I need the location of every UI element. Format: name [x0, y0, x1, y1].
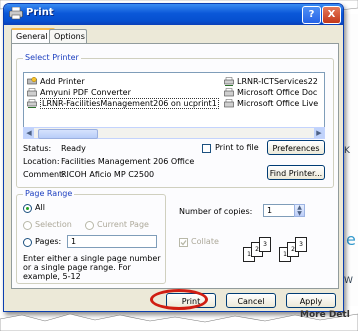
- printer-name: Add Printer: [40, 77, 85, 86]
- print-to-file-label: Print to file: [215, 143, 259, 152]
- printer-icon: [224, 99, 234, 108]
- printer-name: LRNR-ICTServices22: [237, 77, 318, 86]
- scroll-right-icon[interactable]: ▶: [314, 128, 324, 138]
- number-of-copies-label: Number of copies:: [179, 207, 253, 216]
- radio-selected-dot: [26, 207, 29, 210]
- pages-label: Pages:: [35, 237, 62, 246]
- printer-name: LRNR-FacilitiesManagement206 on ucprint1: [40, 98, 219, 109]
- all-radio[interactable]: [23, 204, 32, 213]
- background-text: K: [344, 146, 350, 156]
- title-bar[interactable]: Print ? X: [4, 4, 343, 25]
- help-button[interactable]: ?: [302, 6, 321, 24]
- printer-list[interactable]: Add Printer Amyuni PDF Converter LRNR-Fa…: [23, 72, 325, 128]
- copies-spinner[interactable]: ▲ ▼: [294, 204, 305, 217]
- printer-icon: [224, 88, 234, 97]
- collate-label: Collate: [191, 237, 219, 246]
- status-label: Status:: [23, 144, 52, 153]
- printer-name: Microsoft Office Live: [237, 99, 319, 108]
- current-page-label: Current Page: [97, 220, 149, 229]
- print-to-file-checkbox[interactable]: [202, 144, 211, 153]
- background-text: More Detl: [300, 310, 350, 320]
- printer-name: Microsoft Office Doc: [237, 88, 318, 97]
- status-value: Ready: [61, 144, 86, 153]
- select-printer-group: Select Printer Add Printer Amyuni PDF Co…: [16, 53, 334, 188]
- pages-input[interactable]: 1: [67, 235, 157, 248]
- printer-item-office-doc[interactable]: Microsoft Office Doc: [224, 87, 317, 98]
- print-dialog: Print ? X General Options Select Printer…: [3, 3, 344, 312]
- pages-radio[interactable]: [23, 238, 32, 247]
- selection-radio[interactable]: [23, 221, 32, 230]
- general-tab-page: Select Printer Add Printer Amyuni PDF Co…: [11, 43, 339, 289]
- tab-options[interactable]: Options: [49, 29, 87, 43]
- printer-item-ictservices[interactable]: LRNR-ICTServices22: [224, 76, 318, 87]
- collate-checkbox[interactable]: [179, 238, 188, 247]
- printer-item-office-live[interactable]: Microsoft Office Live: [224, 98, 318, 109]
- network-printer-icon: [224, 77, 234, 86]
- printer-list-scrollbar[interactable]: ◀ ▶: [23, 127, 325, 139]
- location-label: Location:: [23, 157, 60, 166]
- collate-page-icon: 3: [295, 237, 307, 252]
- network-printer-icon: [27, 99, 37, 108]
- dialog-title: Print: [26, 7, 54, 18]
- printer-item-facilities[interactable]: LRNR-FacilitiesManagement206 on ucprint1: [27, 98, 219, 109]
- current-page-radio[interactable]: [85, 221, 94, 230]
- printer-icon: [9, 7, 23, 20]
- page-range-group: Page Range All Selection Current Page Pa…: [16, 189, 166, 284]
- collate-page-icon: 3: [259, 237, 271, 252]
- printer-icon: [27, 88, 37, 97]
- page-range-hint: Enter either a single page number or a s…: [23, 254, 161, 281]
- preferences-button[interactable]: Preferences: [267, 140, 325, 155]
- page-range-label: Page Range: [23, 189, 75, 198]
- add-printer-icon: [27, 77, 37, 85]
- collate-illustration-icon: 1 2 3 1 2 3: [243, 235, 333, 265]
- comment-label: Comment:: [23, 170, 65, 179]
- location-value: Facilities Management 206 Office: [61, 157, 195, 166]
- close-button[interactable]: X: [322, 6, 341, 24]
- printer-item-amyuni[interactable]: Amyuni PDF Converter: [27, 87, 131, 98]
- scrollbar-thumb[interactable]: [38, 129, 98, 139]
- scroll-left-icon[interactable]: ◀: [24, 128, 34, 138]
- background-text: e: [346, 230, 356, 249]
- copies-group: Number of copies: 1 ▲ ▼ Collate 1 2 3 1 2…: [172, 194, 334, 284]
- comment-value: RICOH Aficio MP C2500: [61, 170, 155, 179]
- background-text: W: [344, 276, 353, 286]
- printer-name: Amyuni PDF Converter: [40, 88, 131, 97]
- find-printer-button[interactable]: Find Printer...: [267, 165, 325, 180]
- printer-item-add-printer[interactable]: Add Printer: [27, 76, 85, 87]
- all-label: All: [35, 203, 45, 212]
- check-icon: [180, 240, 187, 246]
- select-printer-label: Select Printer: [23, 53, 81, 62]
- selection-label: Selection: [35, 220, 72, 229]
